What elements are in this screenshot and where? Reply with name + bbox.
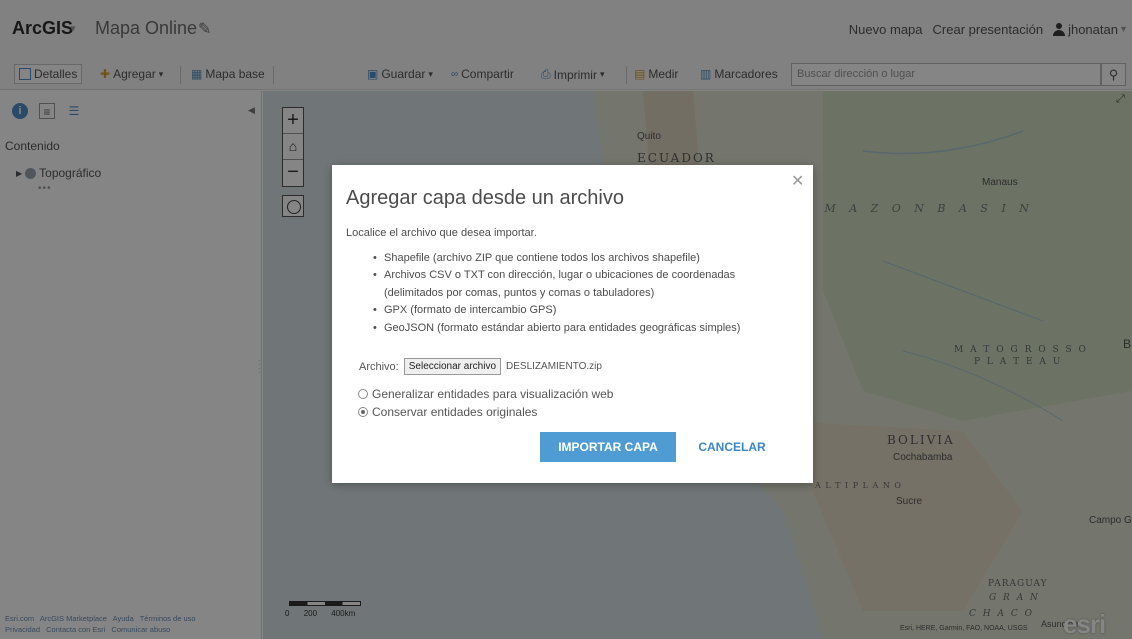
selected-file-name: DESLIZAMIENTO.zip xyxy=(506,361,602,372)
generalize-label: Generalizar entidades para visualización… xyxy=(372,387,614,401)
list-item: Archivos CSV o TXT con dirección, lugar … xyxy=(373,267,740,285)
radio-generalize[interactable] xyxy=(358,389,368,399)
choose-file-button[interactable]: Seleccionar archivo xyxy=(403,358,502,375)
keep-original-label: Conservar entidades originales xyxy=(372,405,538,419)
keep-original-option[interactable]: Conservar entidades originales xyxy=(358,405,537,419)
generalize-option[interactable]: Generalizar entidades para visualización… xyxy=(358,387,613,401)
dialog-title: Agregar capa desde un archivo xyxy=(346,187,624,209)
list-item: GPX (formato de intercambio GPS) xyxy=(373,302,740,320)
list-item: Shapefile (archivo ZIP que contiene todo… xyxy=(373,250,740,268)
close-icon[interactable]: ✕ xyxy=(791,171,804,191)
list-item-continuation: (delimitados por comas, puntos y comas o… xyxy=(384,286,655,299)
supported-formats-list: Shapefile (archivo ZIP que contiene todo… xyxy=(373,250,740,337)
file-row: Archivo: Seleccionar archivo DESLIZAMIEN… xyxy=(359,358,602,375)
file-label: Archivo: xyxy=(359,360,399,373)
dialog-intro: Localice el archivo que desea importar. xyxy=(346,227,537,239)
import-layer-button[interactable]: IMPORTAR CAPA xyxy=(540,432,676,462)
add-layer-dialog: ✕ Agregar capa desde un archivo Localice… xyxy=(332,165,813,483)
radio-keep-original[interactable] xyxy=(358,407,368,417)
list-item: GeoJSON (formato estándar abierto para e… xyxy=(373,320,740,338)
cancel-button[interactable]: CANCELAR xyxy=(692,432,772,462)
